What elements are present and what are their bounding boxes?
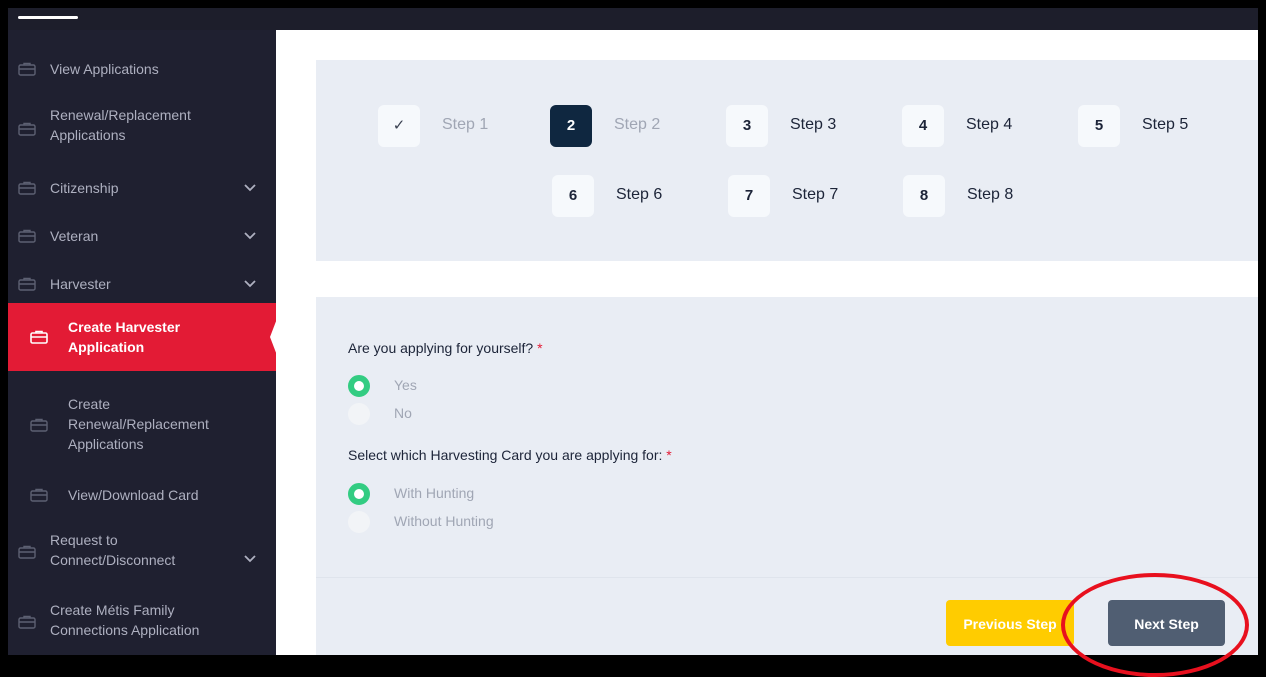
step-5-label: Step 5: [1142, 116, 1189, 133]
briefcase-icon: [18, 545, 36, 559]
step-6-number: 6: [552, 175, 594, 217]
briefcase-icon: [18, 229, 36, 243]
briefcase-icon: [18, 181, 36, 195]
main-content: ✓ Step 1 2 Step 2 3 Step 3 4 Step 4 5 St…: [276, 30, 1258, 655]
previous-step-button[interactable]: Previous Step: [946, 600, 1074, 646]
chevron-down-icon: [244, 280, 256, 288]
radio-label-no: No: [394, 405, 412, 421]
sidebar-item-harvester[interactable]: Harvester: [8, 267, 276, 301]
application-form: Are you applying for yourself? * Yes No …: [316, 297, 1258, 655]
briefcase-icon: [30, 418, 48, 432]
sidebar-item-label: Harvester: [50, 276, 111, 292]
radio-no[interactable]: [348, 403, 370, 425]
step-6-label: Step 6: [616, 186, 663, 203]
briefcase-icon: [18, 62, 36, 76]
active-item-pointer: [270, 303, 283, 371]
briefcase-icon: [18, 615, 36, 629]
next-step-button[interactable]: Next Step: [1108, 600, 1225, 646]
radio-without-hunting[interactable]: [348, 511, 370, 533]
sidebar-item-label: Renewal/Replacement Applications: [50, 107, 191, 143]
step-4-number: 4: [902, 105, 944, 147]
briefcase-icon: [30, 488, 48, 502]
sidebar-item-create-harvester-application[interactable]: Create Harvester Application: [8, 303, 276, 371]
step-1-check-icon: ✓: [378, 105, 420, 147]
sidebar-item-citizenship[interactable]: Citizenship: [8, 171, 276, 205]
sidebar-item-create-renewal-replacement[interactable]: Create Renewal/Replacement Applications: [8, 385, 276, 463]
top-strip: [8, 8, 1258, 30]
sidebar-item-label: View Applications: [50, 61, 159, 77]
sidebar-item-veteran[interactable]: Veteran: [8, 219, 276, 253]
active-indicator: [18, 16, 78, 19]
sidebar-item-label: Create Renewal/Replacement Applications: [68, 396, 209, 452]
form-footer-divider: [316, 577, 1258, 578]
sidebar: View Applications Renewal/Replacement Ap…: [8, 30, 276, 655]
step-7-number: 7: [728, 175, 770, 217]
stepper: ✓ Step 1 2 Step 2 3 Step 3 4 Step 4 5 St…: [316, 60, 1258, 261]
step-8-label: Step 8: [967, 186, 1014, 203]
chevron-down-icon: [244, 232, 256, 240]
sidebar-item-view-applications[interactable]: View Applications: [8, 52, 276, 86]
step-1-label: Step 1: [442, 116, 489, 133]
radio-label-with-hunting: With Hunting: [394, 485, 475, 501]
sidebar-item-label: Citizenship: [50, 180, 119, 196]
required-marker: *: [537, 340, 543, 356]
sidebar-item-label: Veteran: [50, 228, 99, 244]
required-marker: *: [666, 447, 672, 463]
radio-yes[interactable]: [348, 375, 370, 397]
sidebar-item-label: View/Download Card: [68, 487, 199, 503]
step-7-label: Step 7: [792, 186, 839, 203]
question-harvesting-card: Select which Harvesting Card you are app…: [348, 447, 672, 463]
radio-label-without-hunting: Without Hunting: [394, 513, 494, 529]
radio-with-hunting[interactable]: [348, 483, 370, 505]
question-applying-for-yourself: Are you applying for yourself? *: [348, 340, 543, 356]
sidebar-item-request-connect-disconnect[interactable]: Request to Connect/Disconnect: [8, 522, 276, 582]
step-3-number: 3: [726, 105, 768, 147]
briefcase-icon: [18, 122, 36, 136]
step-2-label: Step 2: [614, 116, 661, 133]
step-4-label: Step 4: [966, 116, 1013, 133]
step-5-number: 5: [1078, 105, 1120, 147]
briefcase-icon: [30, 330, 48, 344]
step-8-number: 8: [903, 175, 945, 217]
step-2-number: 2: [550, 105, 592, 147]
app-frame: View Applications Renewal/Replacement Ap…: [8, 8, 1258, 655]
chevron-down-icon: [244, 555, 256, 563]
step-3-label: Step 3: [790, 116, 837, 133]
sidebar-item-label: Create Harvester Application: [68, 319, 181, 355]
sidebar-item-label: Request to Connect/Disconnect: [50, 532, 176, 568]
sidebar-item-label: Create Métis Family Connections Applicat…: [50, 602, 200, 638]
chevron-down-icon: [244, 184, 256, 192]
sidebar-item-renewal-replacement[interactable]: Renewal/Replacement Applications: [8, 98, 276, 160]
briefcase-icon: [18, 277, 36, 291]
radio-label-yes: Yes: [394, 377, 417, 393]
sidebar-item-view-download-card[interactable]: View/Download Card: [8, 478, 276, 512]
sidebar-item-create-metis-family[interactable]: Create Métis Family Connections Applicat…: [8, 592, 276, 652]
